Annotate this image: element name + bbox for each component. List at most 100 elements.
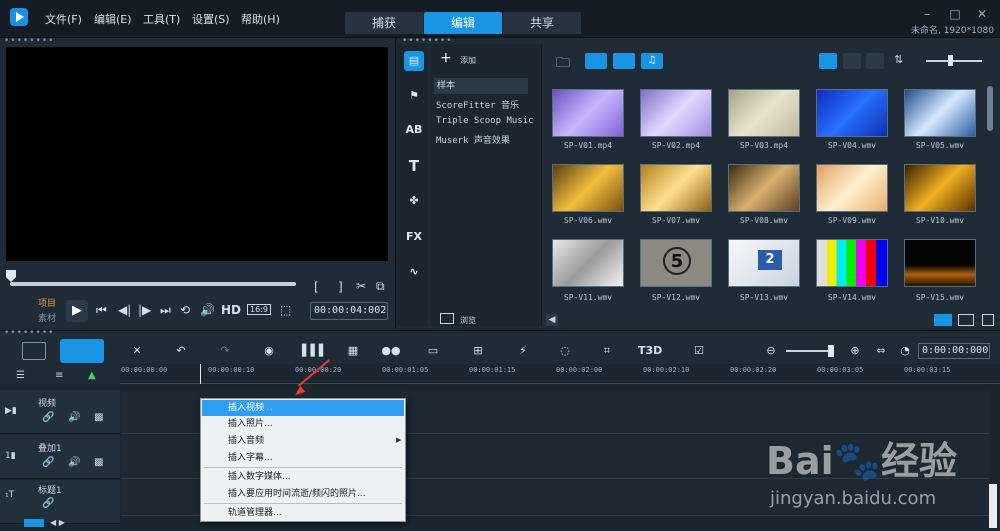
- browse-label[interactable]: 浏览: [460, 315, 476, 326]
- pan-zoom-icon[interactable]: ⌗: [596, 343, 618, 359]
- tools-icon[interactable]: ✕: [126, 343, 148, 359]
- link-icon[interactable]: 🔗: [42, 498, 54, 509]
- show-audio-button[interactable]: ♫: [641, 53, 663, 69]
- ripple-icon[interactable]: ▩: [94, 412, 103, 423]
- title-icon[interactable]: T: [404, 156, 424, 176]
- multicam-icon[interactable]: ⊞: [467, 343, 489, 359]
- sound-mixer-icon[interactable]: ▌▌▌: [302, 343, 327, 359]
- filter-fx-icon[interactable]: FX: [404, 227, 424, 247]
- menu-insert-audio[interactable]: 插入音频: [202, 433, 404, 449]
- folder-item[interactable]: 样本: [434, 78, 528, 94]
- redo-icon[interactable]: ↷: [214, 343, 236, 359]
- layout-icon[interactable]: [934, 314, 952, 326]
- menu-insert-digital-media[interactable]: 插入数字媒体...: [202, 469, 404, 485]
- fit-project-icon[interactable]: ⇔: [870, 343, 892, 359]
- thumbnail[interactable]: [552, 164, 624, 212]
- thumb-size-slider[interactable]: [926, 60, 982, 62]
- thumbnail[interactable]: [728, 164, 800, 212]
- thumbnail[interactable]: [640, 164, 712, 212]
- timecode-display[interactable]: 00:00:04:002: [310, 302, 388, 320]
- track-manager-icon[interactable]: ☰: [16, 370, 25, 381]
- menu-settings[interactable]: 设置(S): [192, 11, 230, 27]
- 3d-title-icon[interactable]: T3D: [638, 343, 662, 359]
- zoom-handle[interactable]: [828, 345, 834, 357]
- maximize-icon[interactable]: □: [948, 7, 962, 21]
- edit-icon[interactable]: [982, 314, 994, 326]
- view-list-button[interactable]: [843, 53, 861, 69]
- resize-icon[interactable]: ⬚: [280, 303, 291, 317]
- view-grid-button[interactable]: [866, 53, 884, 69]
- chapter-icon[interactable]: ≡: [55, 370, 63, 381]
- minimize-icon[interactable]: –: [920, 7, 934, 21]
- volume-icon[interactable]: 🔊: [200, 303, 215, 317]
- menu-insert-video[interactable]: 插入视频...: [202, 400, 404, 416]
- folder-item[interactable]: Triple Scoop Music: [436, 116, 534, 126]
- thumbnail[interactable]: [640, 89, 712, 137]
- hd-toggle[interactable]: HD: [221, 303, 241, 317]
- next-frame-icon[interactable]: |▶: [138, 303, 151, 317]
- aspect-ratio[interactable]: 16:9: [247, 304, 271, 315]
- tab-capture[interactable]: 捕获: [345, 12, 423, 34]
- mask-icon[interactable]: ◌: [554, 343, 576, 359]
- marker-icon[interactable]: ▲: [88, 370, 96, 381]
- playhead[interactable]: [200, 364, 201, 384]
- tab-share[interactable]: 共享: [503, 12, 581, 34]
- add-folder-label[interactable]: 添加: [460, 55, 476, 66]
- clock-icon[interactable]: ◔: [894, 343, 916, 359]
- end-icon[interactable]: ⏭: [160, 303, 171, 318]
- layout-alt-icon[interactable]: [958, 314, 974, 326]
- subtitle-icon[interactable]: ▭: [422, 343, 444, 359]
- media-icon[interactable]: ▤: [404, 51, 424, 71]
- speed-icon[interactable]: ⚡: [512, 343, 534, 359]
- zoom-slider[interactable]: [786, 350, 834, 352]
- thumbnail[interactable]: [728, 89, 800, 137]
- tab-edit[interactable]: 编辑: [424, 12, 502, 34]
- menu-insert-timelapse-photo[interactable]: 插入要应用时间流逝/频闪的照片...: [202, 486, 404, 502]
- thumb-size-handle[interactable]: [948, 55, 953, 66]
- repeat-icon[interactable]: ⟲: [180, 303, 190, 317]
- thumbnail[interactable]: [816, 89, 888, 137]
- undo-icon[interactable]: ↶: [170, 343, 192, 359]
- project-duration[interactable]: 0:00:00:000: [918, 343, 990, 359]
- view-thumbnail-button[interactable]: [819, 53, 837, 69]
- menu-insert-photo[interactable]: 插入照片...: [202, 416, 404, 432]
- thumbnail[interactable]: [904, 164, 976, 212]
- record-icon[interactable]: ◉: [258, 343, 280, 359]
- storyboard-view-button[interactable]: [22, 342, 46, 360]
- zoom-out-icon[interactable]: ⊖: [760, 343, 782, 359]
- graphics-icon[interactable]: ✤: [404, 191, 424, 211]
- thumbnail[interactable]: [904, 89, 976, 137]
- mark-out-icon[interactable]: ]: [338, 280, 343, 294]
- import-folder-icon[interactable]: 🗀: [556, 52, 570, 76]
- link-icon[interactable]: 🔗: [42, 457, 54, 468]
- scroll-tracks-icon[interactable]: ◀ ▶: [50, 518, 65, 527]
- timeline-view-button[interactable]: [60, 339, 104, 363]
- menu-track-manager[interactable]: 轨道管理器...: [202, 505, 404, 521]
- mute-icon[interactable]: 🔊: [68, 457, 80, 468]
- timeline-scrollbar[interactable]: [989, 484, 997, 528]
- mark-in-icon[interactable]: [: [314, 280, 319, 294]
- path-icon[interactable]: ∿: [404, 262, 424, 282]
- motion-track-icon[interactable]: ●●: [380, 343, 402, 359]
- menu-insert-subtitle[interactable]: 插入字幕...: [202, 450, 404, 466]
- zoom-in-icon[interactable]: ⊕: [844, 343, 866, 359]
- project-mode-label[interactable]: 项目: [38, 296, 56, 309]
- collapse-left-icon[interactable]: ◀: [546, 314, 558, 326]
- add-track-icon[interactable]: [24, 519, 44, 527]
- panel-grip[interactable]: ••••••••: [4, 36, 54, 46]
- thumbnail[interactable]: [816, 164, 888, 212]
- folder-item[interactable]: ScoreFitter 音乐: [436, 98, 519, 111]
- menu-help[interactable]: 帮助(H): [241, 11, 280, 27]
- thumbnail[interactable]: [552, 239, 624, 287]
- menu-file[interactable]: 文件(F): [45, 11, 82, 27]
- library-scrollbar[interactable]: [987, 86, 993, 131]
- auto-music-icon[interactable]: ▦: [342, 343, 364, 359]
- close-icon[interactable]: ✕: [975, 7, 989, 21]
- material-mode-label[interactable]: 素材: [38, 311, 56, 324]
- show-video-button[interactable]: [585, 53, 607, 69]
- thumbnail[interactable]: [552, 89, 624, 137]
- show-photo-button[interactable]: [613, 53, 635, 69]
- link-icon[interactable]: 🔗: [42, 412, 54, 423]
- folder-item[interactable]: Muserk 声音效果: [436, 133, 510, 146]
- smart-package-icon[interactable]: ☑: [688, 343, 710, 359]
